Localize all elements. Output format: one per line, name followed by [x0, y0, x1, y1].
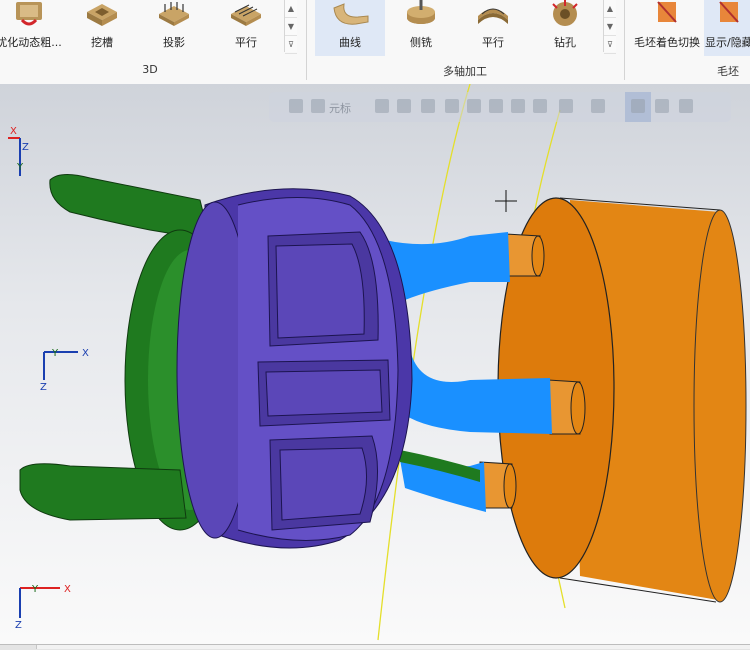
optimized-roughing-icon: [16, 2, 42, 26]
scroll-down-icon[interactable]: ▼: [285, 18, 297, 36]
selection-toolbar[interactable]: 元标: [269, 92, 731, 122]
filter-body-icon[interactable]: [533, 99, 547, 113]
pocket-icon: [87, 4, 117, 26]
verify-icon[interactable]: [631, 99, 645, 113]
regenerate-icon[interactable]: [655, 99, 669, 113]
axis-label-z: Z: [22, 142, 29, 153]
drill-button[interactable]: 钻孔: [530, 0, 600, 56]
view-axis-triad-top: X Z Y: [8, 126, 29, 176]
filter-point-icon[interactable]: [445, 99, 459, 113]
tool-label: 挖槽: [91, 36, 113, 49]
add-icon[interactable]: [397, 99, 411, 113]
parallel-button[interactable]: 平行: [211, 0, 281, 56]
axis-label-x: X: [82, 348, 89, 359]
parallel-multiaxis-button[interactable]: 平行: [458, 0, 528, 56]
axis-label-z: Z: [15, 620, 22, 631]
group-label-stock: 毛坯: [717, 65, 739, 78]
axis-label-y: Y: [31, 584, 39, 595]
cursor-crosshair-icon: [495, 190, 517, 212]
gallery-scroll-multiaxis[interactable]: ▲ ▼ ⊽: [603, 0, 616, 54]
filter-surface-icon[interactable]: [489, 99, 503, 113]
model-scene: [19, 84, 747, 641]
tool-label: 毛坯着色切换: [634, 36, 700, 49]
tool-label: 曲线: [339, 36, 361, 49]
curve-icon: [333, 3, 369, 25]
filter-line-icon[interactable]: [467, 99, 481, 113]
tool-label: 平行: [482, 36, 504, 49]
group-label-multiaxis: 多轴加工: [443, 65, 487, 78]
undo-select-icon[interactable]: [679, 99, 693, 113]
project-button[interactable]: 投影: [139, 0, 209, 56]
tool-label: 钻孔: [554, 36, 576, 49]
axis-label-y: Y: [51, 348, 59, 359]
stock-shading-toggle-button[interactable]: 毛坯着色切换: [630, 0, 704, 56]
plane-axis-triad: X Y Z: [40, 348, 89, 392]
axis-label-y: Y: [16, 162, 24, 173]
parallel-icon: [231, 4, 261, 26]
tool-label: 侧铣: [410, 36, 432, 49]
group-label-3d: 3D: [142, 63, 158, 76]
curve-button[interactable]: 曲线: [315, 0, 385, 56]
gallery-scroll-3d[interactable]: ▲ ▼ ⊽: [284, 0, 297, 54]
scroll-up-icon[interactable]: ▲: [285, 0, 297, 18]
lock-icon[interactable]: [289, 99, 303, 113]
status-bar: [0, 644, 750, 650]
status-field: [36, 645, 750, 649]
swarf-button[interactable]: 侧铣: [386, 0, 456, 56]
select-entity-icon[interactable]: [311, 99, 325, 113]
select-chain-icon[interactable]: [559, 99, 573, 113]
quick-mask-icon[interactable]: [375, 99, 389, 113]
selection-mode-dropdown[interactable]: 元标: [329, 100, 351, 116]
stock-shading-toggle-icon: [657, 1, 677, 23]
scroll-up-icon[interactable]: ▲: [604, 0, 616, 18]
window-select-icon[interactable]: [591, 99, 605, 113]
axis-label-z: Z: [40, 382, 47, 392]
tool-label: 显示/隐藏: [705, 36, 750, 49]
optimized-roughing-button[interactable]: 优化动态粗...: [0, 0, 64, 56]
project-icon: [159, 2, 189, 26]
swarf-icon: [407, 0, 435, 24]
group-separator: [624, 0, 625, 80]
ribbon: 优化动态粗... 挖槽 投影 平行 ▲ ▼ ⊽ 3D 曲线 侧铣 平行 钻孔 ▲…: [0, 0, 750, 85]
gallery-more-icon[interactable]: ⊽: [604, 36, 616, 54]
tool-label: 优化动态粗...: [0, 36, 62, 49]
filter-solid-icon[interactable]: [511, 99, 525, 113]
tool-label: 投影: [163, 36, 185, 49]
gallery-more-icon[interactable]: ⊽: [285, 36, 297, 54]
world-axis-triad: X Y Z: [15, 584, 71, 631]
axis-label-x: X: [10, 126, 17, 137]
graphics-viewport[interactable]: X Z Y X Y Z X Y Z 元标: [0, 84, 750, 644]
pointer-icon[interactable]: [421, 99, 435, 113]
purple-ring-part: [176, 188, 413, 549]
drill-icon: [552, 0, 578, 26]
parallel-multiaxis-icon: [478, 8, 508, 24]
axis-label-x: X: [64, 584, 71, 595]
scroll-down-icon[interactable]: ▼: [604, 18, 616, 36]
stock-show-hide-icon: [719, 1, 739, 23]
stock-show-hide-button[interactable]: 显示/隐藏: [704, 0, 750, 56]
pocket-button[interactable]: 挖槽: [67, 0, 137, 56]
group-separator: [306, 0, 307, 80]
tool-label: 平行: [235, 36, 257, 49]
